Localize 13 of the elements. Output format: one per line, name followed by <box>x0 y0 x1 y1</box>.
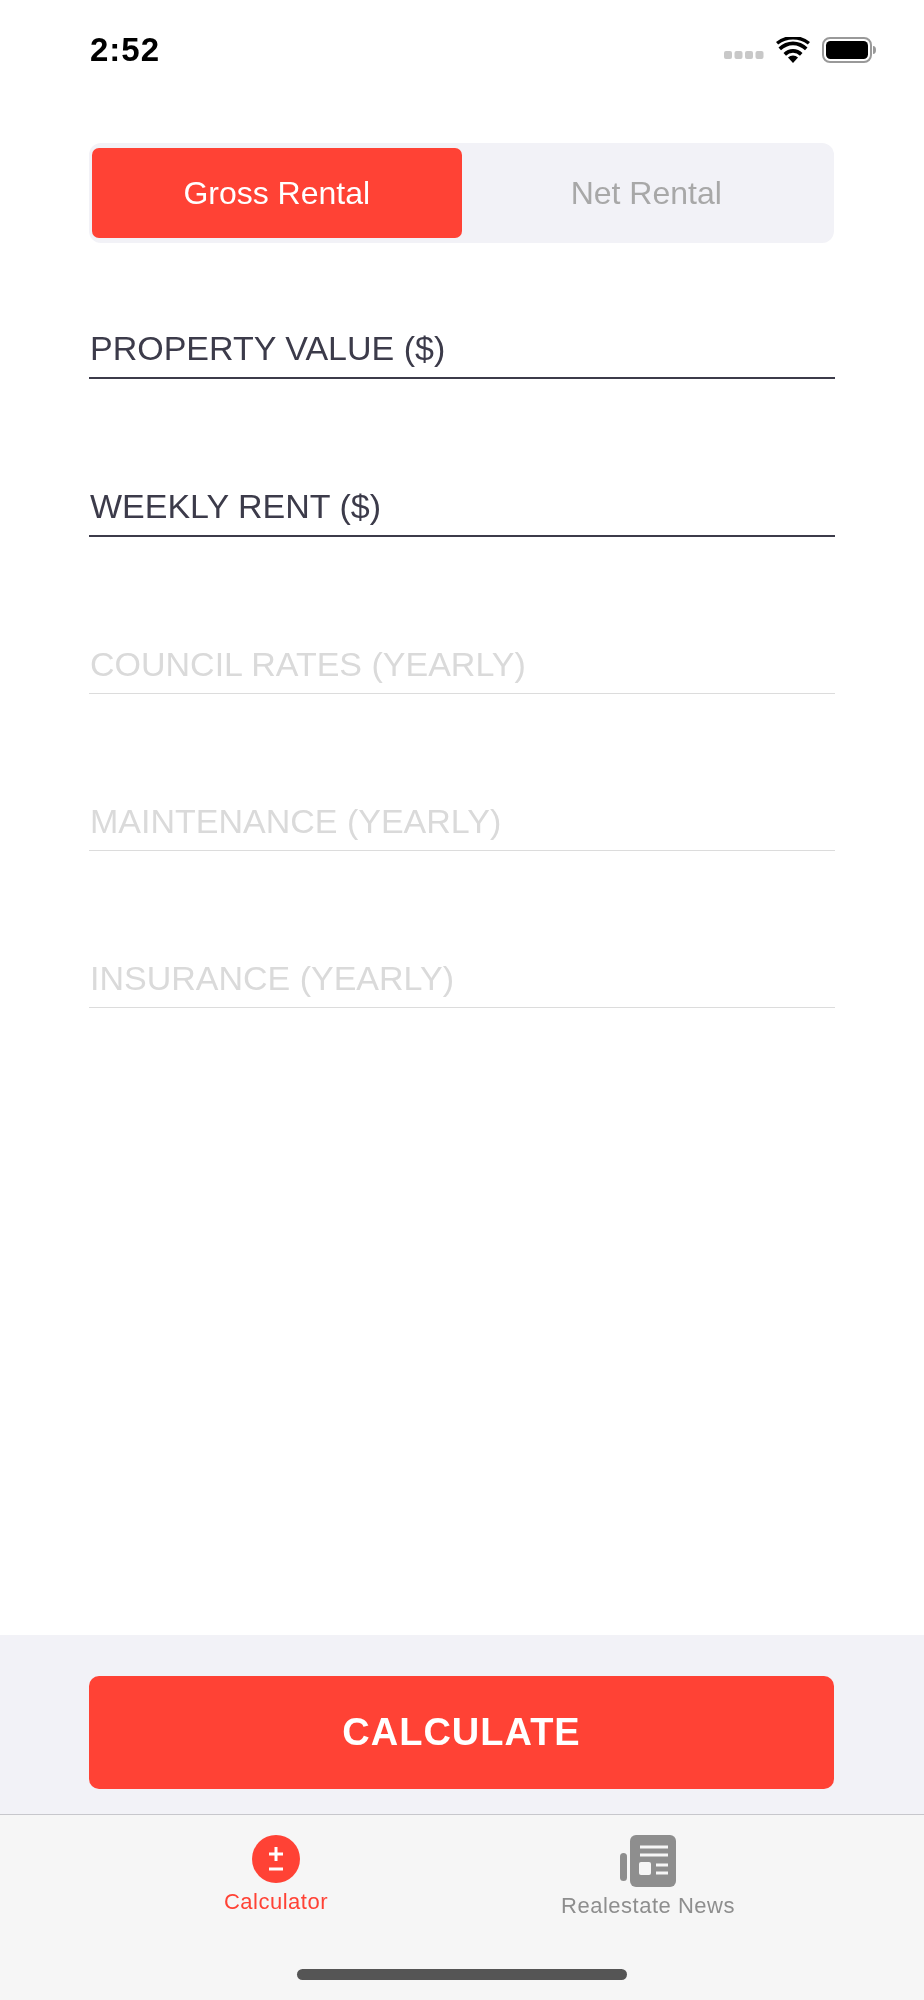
segment-tab[interactable]: Gross Rental <box>92 148 462 238</box>
input-field[interactable]: PROPERTY VALUE ($) <box>89 325 835 379</box>
tab-bar-item[interactable]: Calculator <box>90 1815 462 1945</box>
input-field[interactable]: WEEKLY RENT ($) <box>89 483 835 537</box>
status-time: 2:52 <box>90 31 161 69</box>
segment-tab[interactable]: Net Rental <box>461 148 831 238</box>
tab-bar-item[interactable]: Realestate News <box>462 1815 834 1945</box>
newspaper-icon <box>620 1835 676 1887</box>
plus-minus-icon <box>252 1835 300 1883</box>
wifi-icon <box>776 37 810 63</box>
calculate-button[interactable]: CALCULATE <box>89 1676 834 1789</box>
battery-icon <box>822 37 876 63</box>
signal-icon <box>724 50 764 60</box>
